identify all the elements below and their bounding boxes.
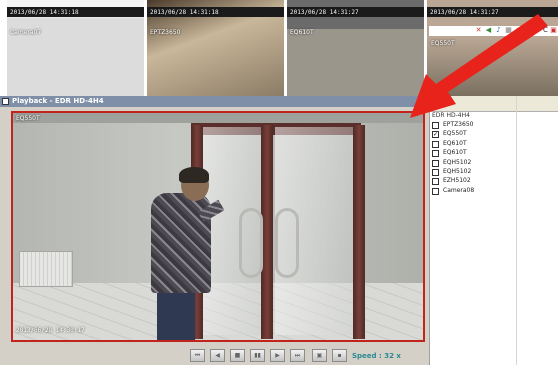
video-timestamp: 2013/06/28 14:30:17	[16, 327, 85, 334]
audio-icon[interactable]: ♪	[495, 27, 502, 34]
device-checkbox[interactable]	[432, 169, 439, 176]
camera-thumbnail[interactable]: 2013/06/28 14:31:18 EPTZ3650	[147, 0, 284, 96]
device-list-item[interactable]: Camera08	[432, 187, 516, 196]
play-icon[interactable]: ▶	[270, 349, 285, 362]
device-list-item[interactable]: EQH5102	[432, 159, 516, 168]
step-back-icon[interactable]: ◀	[210, 349, 225, 362]
live-toolbar: ✕ ◀ ♪ ▦ ● ▶ ▾ C ▣	[429, 26, 558, 36]
thumbnail-strip: 2013/06/28 14:31:18 Camera07 2013/06/28 …	[0, 0, 558, 96]
device-checkbox[interactable]	[432, 122, 439, 129]
device-checkbox[interactable]: ✓	[432, 131, 439, 139]
device-name: EQ610T	[443, 149, 467, 157]
thumbnail-timestamp: 2013/06/28 14:31:18	[150, 9, 219, 16]
live-camera-label: EQ550T	[431, 40, 455, 47]
close-icon[interactable]: ✕	[475, 27, 482, 34]
device-list-item[interactable]: EQ610T	[432, 149, 516, 158]
play-icon[interactable]: ▶	[525, 27, 532, 34]
device-list-item[interactable]: EPTZ3650	[432, 121, 516, 130]
pause-icon[interactable]: ▮▮	[250, 349, 265, 362]
camera-thumbnail[interactable]: 2013/06/28 14:31:27	[427, 0, 558, 96]
device-name: EQ610T	[443, 139, 467, 147]
snapshot-icon[interactable]: ▣	[312, 349, 327, 362]
skip-back-icon[interactable]: ⏮	[190, 349, 205, 362]
rewind-icon[interactable]: ◀	[485, 27, 492, 34]
device-list-header	[430, 96, 558, 365]
device-tree-root[interactable]: EDR HD-4H4	[432, 112, 470, 119]
rewind-icon[interactable]: ■	[230, 349, 245, 362]
device-list-item[interactable]: EQH5102	[432, 168, 516, 177]
device-name: Camera08	[443, 186, 475, 194]
person-legs	[157, 287, 195, 340]
playback-title-bar[interactable]: Playback - EDR HD-4H4	[0, 96, 429, 107]
app-icon	[2, 98, 9, 105]
playback-title: Playback - EDR HD-4H4	[12, 97, 104, 105]
device-name: EZH5102	[443, 177, 471, 185]
exit-icon[interactable]: ▣	[550, 27, 557, 34]
door-handle-right	[275, 208, 299, 278]
device-list-item[interactable]: EQ610T	[432, 140, 516, 149]
device-list-panel: EDR HD-4H4 EPTZ3650 ✓ EQ550T EQ610T EQ610T EQ…	[429, 96, 558, 365]
device-name: EQH5102	[443, 158, 472, 166]
record-icon[interactable]: ●	[515, 27, 522, 34]
device-checkbox[interactable]	[432, 150, 439, 158]
scene-radiator	[19, 251, 73, 287]
device-checkbox[interactable]	[432, 178, 439, 186]
fast-forward-icon[interactable]: ⏭	[290, 349, 305, 362]
save-icon[interactable]: ▪	[332, 349, 347, 362]
door-frame-right	[353, 125, 365, 339]
device-checkbox[interactable]	[432, 159, 439, 167]
door-handle-left	[239, 208, 263, 278]
refresh-icon[interactable]: C	[542, 27, 549, 34]
playback-window: Playback - EDR HD-4H4 EQ550T 2013/06/28 …	[0, 96, 429, 365]
speed-label: Speed : 32 x	[352, 352, 401, 360]
video-camera-label: EQ550T	[16, 115, 40, 122]
column-divider	[516, 96, 517, 365]
thumbnail-camera-label: Camera07	[10, 29, 42, 36]
thumbnail-timestamp: 2013/06/28 14:31:27	[290, 9, 359, 16]
person-hair	[179, 167, 209, 183]
device-name: EQ550T	[443, 130, 467, 138]
thumbnail-timestamp: 2013/06/28 14:31:27	[430, 9, 499, 16]
thumbnail-camera-label: EQ610T	[290, 29, 314, 36]
device-list-item[interactable]: ✓ EQ550T	[432, 130, 516, 139]
device-list-item[interactable]: EZH5102	[432, 177, 516, 186]
scene-ceiling	[13, 113, 423, 123]
device-checkbox[interactable]	[432, 140, 439, 148]
grid-icon[interactable]: ▦	[505, 27, 512, 34]
dropdown-icon[interactable]: ▾	[535, 27, 542, 34]
camera-thumbnail[interactable]: 2013/06/28 14:31:18 Camera07	[7, 0, 144, 96]
device-name: EPTZ3650	[443, 121, 474, 128]
thumbnail-camera-label: EPTZ3650	[150, 29, 181, 36]
device-checkbox[interactable]	[432, 187, 439, 195]
playback-video[interactable]: EQ550T 2013/06/28 14:30:17	[11, 111, 425, 342]
thumbnail-timestamp: 2013/06/28 14:31:18	[10, 9, 79, 16]
camera-thumbnail[interactable]: 2013/06/28 14:31:27 EQ610T	[287, 0, 424, 96]
device-name: EQH5102	[443, 168, 472, 175]
